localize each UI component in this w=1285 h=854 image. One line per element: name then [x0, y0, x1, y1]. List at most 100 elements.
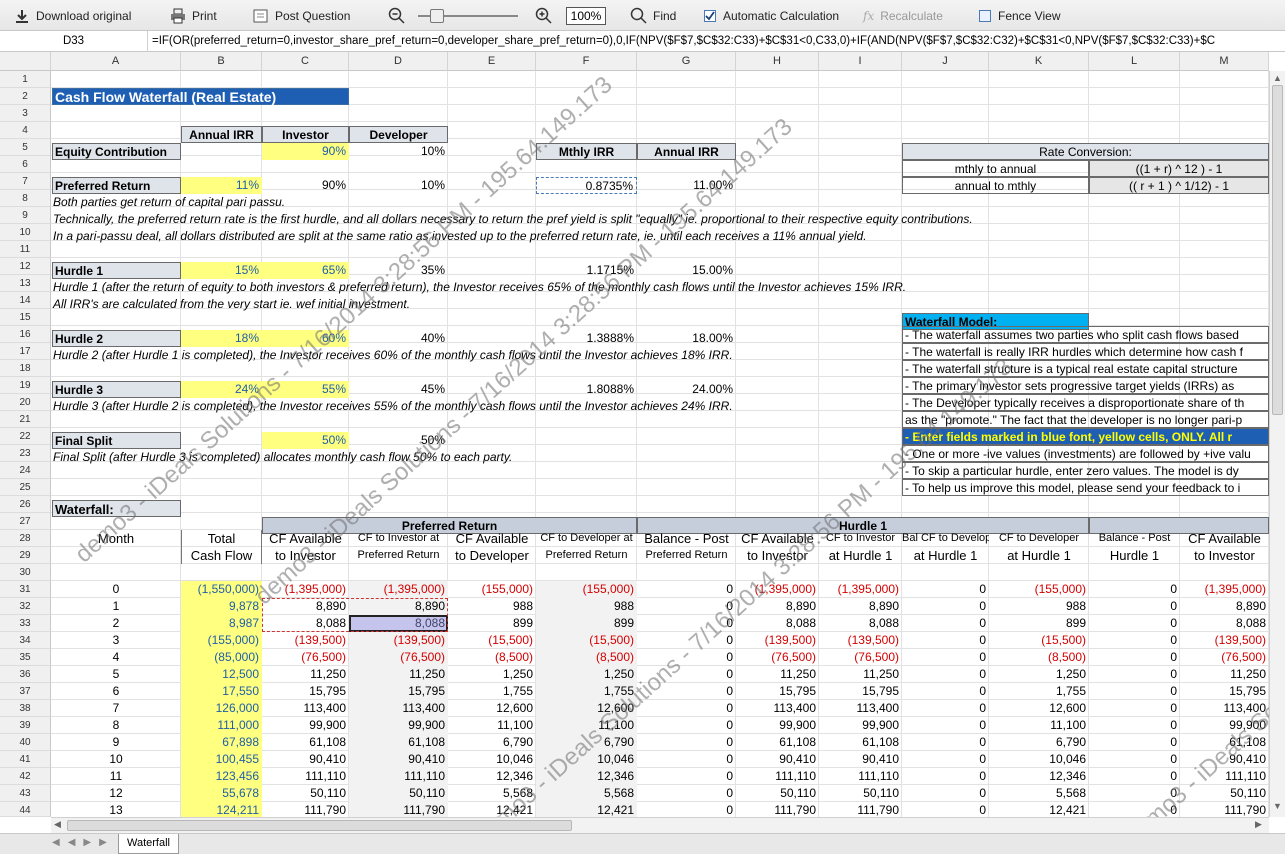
table-cell[interactable]: 0: [637, 785, 736, 802]
table-cell[interactable]: 111,000: [181, 717, 262, 734]
table-cell[interactable]: 99,900: [736, 717, 819, 734]
table-cell[interactable]: 8: [51, 717, 181, 734]
table-cell[interactable]: 0: [637, 632, 736, 649]
table-cell[interactable]: 61,108: [819, 734, 902, 751]
formula-text[interactable]: =IF(OR(preferred_return=0,investor_share…: [152, 31, 1282, 52]
table-cell[interactable]: 50,110: [349, 785, 448, 802]
table-cell[interactable]: 899: [989, 615, 1089, 632]
table-cell[interactable]: (8,500): [448, 649, 536, 666]
table-cell[interactable]: 12,500: [181, 666, 262, 683]
table-cell[interactable]: 90,410: [349, 751, 448, 768]
table-cell[interactable]: 111,110: [1180, 768, 1269, 785]
column-header[interactable]: I: [819, 52, 902, 71]
pref-investor-cell[interactable]: 90%: [262, 177, 349, 194]
table-cell[interactable]: 111,110: [349, 768, 448, 785]
table-cell[interactable]: 50,110: [819, 785, 902, 802]
table-cell[interactable]: 15,795: [349, 683, 448, 700]
table-cell[interactable]: 90,410: [819, 751, 902, 768]
table-cell[interactable]: 61,108: [1180, 734, 1269, 751]
row-header[interactable]: 15: [0, 309, 51, 326]
table-cell[interactable]: (139,500): [819, 632, 902, 649]
download-original-button[interactable]: Download original: [14, 0, 131, 31]
table-cell[interactable]: 113,400: [1180, 700, 1269, 717]
table-cell[interactable]: 0: [51, 581, 181, 598]
table-cell[interactable]: 0: [1089, 734, 1180, 751]
table-cell[interactable]: 0: [637, 734, 736, 751]
table-cell[interactable]: 111,110: [262, 768, 349, 785]
table-cell[interactable]: (1,395,000): [736, 581, 819, 598]
zoom-slider-thumb[interactable]: [430, 9, 444, 23]
table-cell[interactable]: (85,000): [181, 649, 262, 666]
row-header[interactable]: 5: [0, 139, 51, 156]
equity-developer-cell[interactable]: 10%: [349, 143, 448, 160]
row-header[interactable]: 43: [0, 785, 51, 802]
table-cell[interactable]: 12,421: [989, 802, 1089, 817]
row-header[interactable]: 12: [0, 258, 51, 275]
table-cell[interactable]: (15,500): [536, 632, 637, 649]
table-cell[interactable]: 0: [1089, 700, 1180, 717]
fs-investor-cell[interactable]: 50%: [262, 432, 349, 449]
scroll-up-icon[interactable]: ▲: [1272, 73, 1283, 85]
table-cell[interactable]: 111,110: [819, 768, 902, 785]
column-header[interactable]: K: [989, 52, 1089, 71]
table-cell[interactable]: 3: [51, 632, 181, 649]
table-cell[interactable]: 0: [902, 751, 989, 768]
table-cell[interactable]: 0: [902, 802, 989, 817]
table-cell[interactable]: 0: [1089, 598, 1180, 615]
table-cell[interactable]: 0: [1089, 666, 1180, 683]
row-header[interactable]: 13: [0, 275, 51, 292]
vertical-scrollbar[interactable]: ▲ ▼: [1269, 71, 1285, 817]
row-header[interactable]: 44: [0, 802, 51, 817]
table-cell[interactable]: 9: [51, 734, 181, 751]
table-cell[interactable]: (76,500): [819, 649, 902, 666]
table-cell[interactable]: 90,410: [1180, 751, 1269, 768]
table-cell[interactable]: 113,400: [736, 700, 819, 717]
table-cell[interactable]: 11,250: [819, 666, 902, 683]
row-header[interactable]: 40: [0, 734, 51, 751]
table-cell[interactable]: 0: [902, 768, 989, 785]
row-header[interactable]: 31: [0, 581, 51, 598]
auto-calc-checkbox[interactable]: [704, 9, 716, 22]
spreadsheet-grid[interactable]: Cash Flow Waterfall (Real Estate) Annual…: [51, 71, 1269, 817]
table-cell[interactable]: (155,000): [989, 581, 1089, 598]
table-cell[interactable]: 12,346: [448, 768, 536, 785]
table-cell[interactable]: 11,250: [349, 666, 448, 683]
column-header[interactable]: F: [536, 52, 637, 71]
row-header[interactable]: 1: [0, 71, 51, 88]
row-header[interactable]: 21: [0, 411, 51, 428]
table-cell[interactable]: 1,250: [536, 666, 637, 683]
row-header[interactable]: 4: [0, 122, 51, 139]
zoom-input[interactable]: 100%: [566, 7, 606, 25]
h3-annual-irr-cell[interactable]: 24.00%: [637, 381, 736, 398]
table-cell[interactable]: 7: [51, 700, 181, 717]
table-cell[interactable]: 12: [51, 785, 181, 802]
table-cell[interactable]: 1: [51, 598, 181, 615]
table-cell[interactable]: 99,900: [819, 717, 902, 734]
vertical-scroll-thumb[interactable]: [1272, 85, 1283, 415]
table-cell[interactable]: 0: [637, 598, 736, 615]
row-header[interactable]: 18: [0, 360, 51, 377]
table-cell[interactable]: (155,000): [181, 632, 262, 649]
table-cell[interactable]: 0: [637, 581, 736, 598]
table-cell[interactable]: 0: [637, 666, 736, 683]
table-cell[interactable]: 15,795: [1180, 683, 1269, 700]
table-cell[interactable]: 99,900: [262, 717, 349, 734]
table-cell[interactable]: 99,900: [1180, 717, 1269, 734]
table-cell[interactable]: 0: [902, 734, 989, 751]
table-cell[interactable]: 0: [1089, 649, 1180, 666]
row-header[interactable]: 39: [0, 717, 51, 734]
table-cell[interactable]: 0: [902, 615, 989, 632]
table-cell[interactable]: (76,500): [1180, 649, 1269, 666]
table-cell[interactable]: 10: [51, 751, 181, 768]
row-header[interactable]: 25: [0, 479, 51, 496]
table-cell[interactable]: 0: [902, 785, 989, 802]
table-cell[interactable]: 111,790: [819, 802, 902, 817]
table-cell[interactable]: 0: [1089, 615, 1180, 632]
table-cell[interactable]: 111,790: [1180, 802, 1269, 817]
column-header[interactable]: B: [181, 52, 262, 71]
fence-view-checkbox[interactable]: [979, 9, 991, 22]
table-cell[interactable]: (139,500): [736, 632, 819, 649]
table-cell[interactable]: 126,000: [181, 700, 262, 717]
row-header[interactable]: 34: [0, 632, 51, 649]
table-cell[interactable]: 113,400: [819, 700, 902, 717]
